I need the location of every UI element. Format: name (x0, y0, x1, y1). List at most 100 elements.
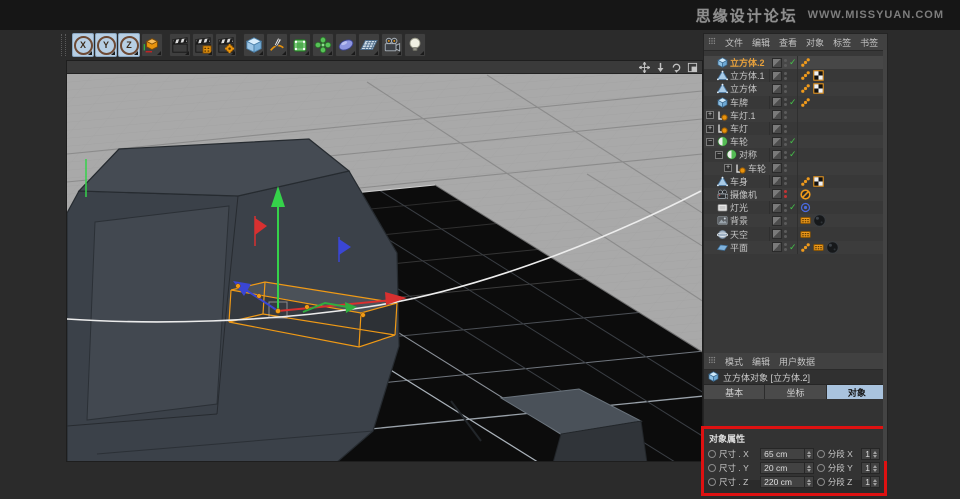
enabled-check-icon[interactable]: ✓ (789, 149, 797, 160)
menu-grip-icon[interactable] (708, 37, 716, 47)
object-manager-menu-item-5[interactable]: 书签 (860, 36, 878, 49)
enabled-check-icon[interactable]: ✓ (789, 136, 797, 147)
keyframe-circle-icon[interactable] (816, 450, 825, 458)
compositing-tag-icon[interactable] (813, 242, 824, 253)
phong-tag-icon[interactable] (800, 70, 811, 81)
visibility-dots-icon[interactable] (784, 164, 787, 173)
deformer-button[interactable] (312, 33, 334, 57)
subdivision-surface-button[interactable] (289, 33, 311, 57)
compositing-tag-icon[interactable] (800, 229, 811, 240)
texture-tag-icon[interactable] (813, 176, 824, 187)
segments-x-input[interactable]: 1 (861, 448, 881, 460)
compositing-tag-icon[interactable] (800, 215, 811, 226)
object-row-1[interactable]: 立方体.1 (704, 69, 887, 82)
object-row-5[interactable]: + 车灯 (704, 122, 887, 135)
stepper-icon[interactable] (870, 477, 879, 487)
spline-pen-button[interactable] (266, 33, 288, 57)
object-name[interactable]: 车轮 (730, 135, 748, 148)
collapse-icon[interactable]: − (706, 137, 714, 146)
expand-icon[interactable]: + (724, 164, 732, 173)
size-y-input[interactable]: 20 cm (760, 462, 814, 474)
dolly-view-button[interactable] (655, 62, 666, 73)
object-name[interactable]: 车灯.1 (730, 109, 756, 122)
phong-tag-icon[interactable] (800, 83, 811, 94)
layer-chip-icon[interactable] (772, 149, 782, 160)
enabled-check-icon[interactable]: ✓ (789, 242, 797, 253)
layer-chip-icon[interactable] (772, 110, 782, 121)
stepper-icon[interactable] (803, 477, 813, 487)
add-cube-button[interactable] (243, 33, 265, 57)
layer-chip-icon[interactable] (772, 176, 782, 187)
environment-button[interactable] (335, 33, 357, 57)
object-row-7[interactable]: − 对称 ✓ (704, 148, 887, 161)
object-row-4[interactable]: + 车灯.1 (704, 108, 887, 122)
object-row-10[interactable]: 摄像机 (704, 187, 887, 202)
collapse-icon[interactable]: − (715, 150, 723, 159)
tab-2[interactable]: 对象 (826, 385, 887, 399)
size-z-input[interactable]: 220 cm (760, 476, 814, 488)
object-manager-menu-item-1[interactable]: 编辑 (752, 36, 770, 49)
object-manager-menu-item-3[interactable]: 对象 (806, 36, 824, 49)
material-tag-icon[interactable] (826, 240, 839, 254)
stepper-icon[interactable] (870, 449, 879, 459)
lock-x-axis-button[interactable]: X (72, 33, 94, 57)
object-name[interactable]: 灯光 (730, 201, 748, 214)
visibility-dots-icon[interactable] (784, 243, 787, 252)
keyframe-circle-icon[interactable] (708, 464, 716, 472)
enabled-check-icon[interactable]: ✓ (789, 202, 797, 213)
layer-chip-icon[interactable] (772, 57, 782, 68)
stepper-icon[interactable] (803, 449, 813, 459)
segments-y-input[interactable]: 1 (861, 462, 881, 474)
layer-chip-icon[interactable] (772, 136, 782, 147)
viewport-canvas[interactable] (66, 74, 705, 464)
object-row-2[interactable]: 立方体 (704, 82, 887, 96)
tab-1[interactable]: 坐标 (765, 385, 826, 399)
visibility-dots-icon[interactable] (784, 124, 787, 133)
menu-grip-icon[interactable] (708, 356, 716, 366)
layer-chip-icon[interactable] (772, 83, 782, 94)
object-name[interactable]: 立方体.1 (730, 69, 765, 82)
protection-tag-icon[interactable] (800, 189, 811, 200)
attribute-manager-menu-item-0[interactable]: 模式 (725, 355, 743, 368)
stepper-icon[interactable] (803, 463, 813, 473)
object-name[interactable]: 天空 (730, 228, 748, 241)
visibility-dots-icon[interactable] (784, 150, 787, 159)
visibility-dots-icon[interactable] (784, 216, 787, 225)
object-name[interactable]: 车牌 (730, 96, 748, 109)
object-name[interactable]: 车轮 (748, 162, 766, 175)
floor-button[interactable] (358, 33, 380, 57)
stepper-icon[interactable] (870, 463, 879, 473)
keyframe-circle-icon[interactable] (708, 450, 716, 458)
object-manager-menu-item-4[interactable]: 标签 (833, 36, 851, 49)
keyframe-circle-icon[interactable] (708, 478, 716, 486)
layer-chip-icon[interactable] (772, 189, 782, 200)
object-name[interactable]: 车灯 (730, 122, 748, 135)
visibility-dots-icon[interactable] (784, 98, 787, 107)
object-name[interactable]: 背景 (730, 214, 748, 227)
layer-chip-icon[interactable] (772, 123, 782, 134)
visibility-dots-icon[interactable] (784, 111, 787, 120)
layer-chip-icon[interactable] (772, 242, 782, 253)
visibility-dots-icon[interactable] (784, 137, 787, 146)
object-row-0[interactable]: 立方体.2 ✓ (704, 56, 887, 70)
target-tag-icon[interactable] (800, 202, 811, 213)
tab-0[interactable]: 基本 (704, 385, 765, 399)
lock-z-axis-button[interactable]: Z (118, 33, 140, 57)
texture-tag-icon[interactable] (813, 83, 824, 95)
phong-tag-icon[interactable] (800, 242, 811, 253)
visibility-dots-icon[interactable] (784, 203, 787, 212)
phong-tag-icon[interactable] (800, 97, 811, 108)
visibility-dots-icon[interactable] (784, 190, 787, 199)
render-view-button[interactable] (169, 33, 191, 57)
keyframe-circle-icon[interactable] (816, 464, 825, 472)
object-name[interactable]: 立方体 (730, 82, 757, 95)
object-row-8[interactable]: + 车轮 (704, 161, 887, 175)
size-x-input[interactable]: 65 cm (760, 448, 814, 460)
material-tag-icon[interactable] (813, 214, 826, 228)
object-row-9[interactable]: 车身 (704, 175, 887, 188)
object-name[interactable]: 平面 (730, 241, 748, 254)
light-button[interactable] (404, 33, 426, 57)
toggle-view-button[interactable] (687, 62, 698, 73)
object-row-6[interactable]: − 车轮 ✓ (704, 135, 887, 149)
lock-y-axis-button[interactable]: Y (95, 33, 117, 57)
